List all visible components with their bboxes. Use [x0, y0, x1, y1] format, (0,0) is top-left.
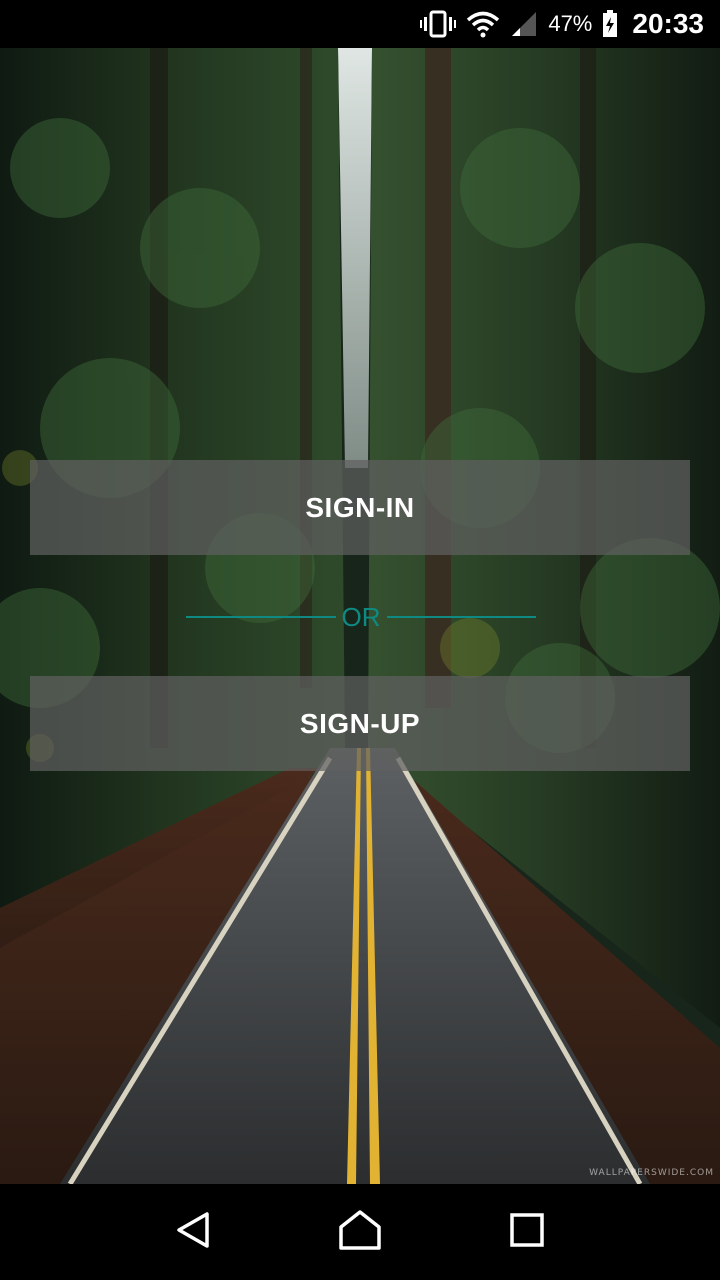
or-divider: OR — [186, 600, 536, 634]
back-button[interactable] — [161, 1200, 225, 1264]
recents-button[interactable] — [495, 1200, 559, 1264]
or-label: OR — [341, 601, 381, 632]
signal-icon — [510, 10, 538, 38]
screen: 47% 20:33 WALLPAPERSWIDE.COM SIGN-IN OR … — [0, 0, 720, 1280]
clock: 20:33 — [632, 8, 704, 39]
navigation-bar — [0, 1184, 720, 1280]
wifi-icon — [466, 10, 500, 38]
divider-line-left — [186, 616, 336, 618]
back-icon — [173, 1210, 213, 1255]
battery-icon — [602, 10, 618, 38]
status-bar: 47% 20:33 — [0, 0, 720, 48]
home-icon — [338, 1209, 382, 1256]
sign-in-button[interactable]: SIGN-IN — [30, 460, 690, 555]
divider-line-right — [386, 616, 536, 618]
battery-percent: 47% — [548, 11, 593, 36]
watermark: WALLPAPERSWIDE.COM — [589, 1168, 714, 1178]
sign-up-button[interactable]: SIGN-UP — [30, 676, 690, 771]
home-button[interactable] — [328, 1200, 392, 1264]
vibrate-icon — [420, 10, 457, 38]
recents-icon — [509, 1212, 545, 1253]
